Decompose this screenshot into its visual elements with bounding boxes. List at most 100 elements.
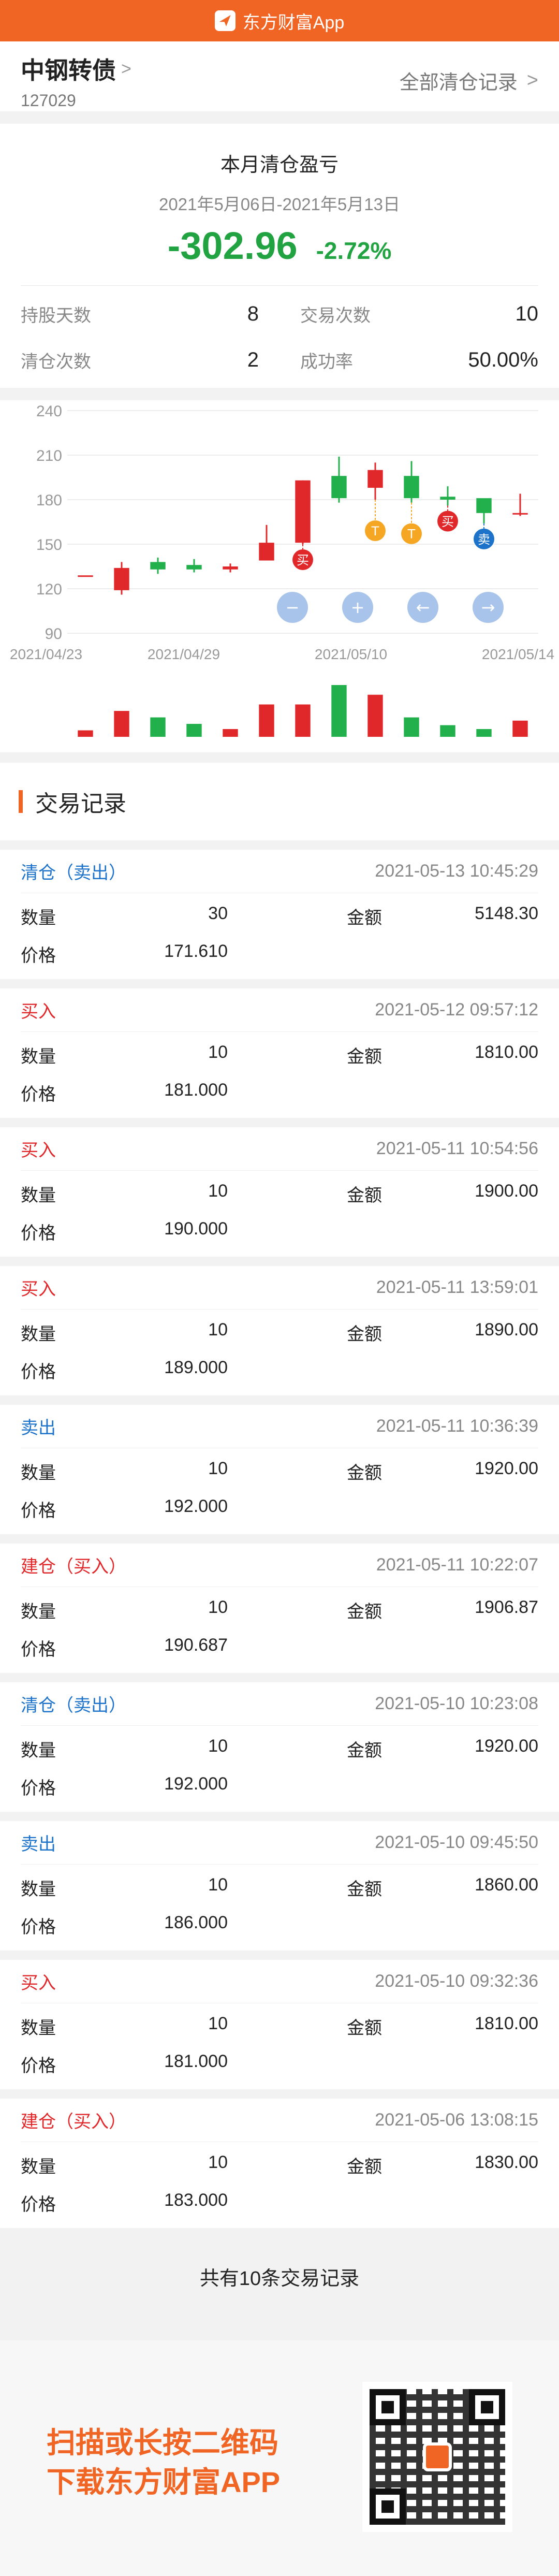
record-price: 价格 192.000 bbox=[21, 1496, 228, 1522]
record-header: 买入 2021-05-11 13:59:01 bbox=[21, 1266, 538, 1309]
record-price: 价格 181.000 bbox=[21, 1080, 228, 1105]
record-qty: 数量 10 bbox=[21, 1459, 228, 1484]
chevron-right-icon: > bbox=[526, 69, 538, 91]
eastmoney-logo-icon bbox=[214, 10, 236, 31]
pl-percent: -2.72% bbox=[316, 237, 392, 264]
record-time: 2021-05-10 09:45:50 bbox=[375, 1832, 538, 1852]
volume-bar bbox=[476, 729, 492, 737]
record-time: 2021-05-12 09:57:12 bbox=[375, 1000, 538, 1020]
record-type: 买入 bbox=[21, 1279, 56, 1299]
y-tick-label: 210 bbox=[36, 447, 62, 464]
qty-value: 10 bbox=[208, 1597, 228, 1617]
qr-finder bbox=[370, 2488, 406, 2525]
qty-value: 10 bbox=[208, 1875, 228, 1895]
qty-label: 数量 bbox=[21, 1880, 56, 1899]
promo-line-1: 扫描或长按二维码 bbox=[47, 2426, 278, 2459]
record-amount: 金额 1920.00 bbox=[347, 1736, 538, 1762]
candle-body bbox=[331, 476, 347, 499]
volume-bar bbox=[367, 694, 383, 737]
stat-trade-count: 交易次数 10 bbox=[300, 301, 538, 327]
price-label: 价格 bbox=[21, 1917, 56, 1937]
record-price: 价格 190.000 bbox=[21, 1219, 228, 1244]
record-price: 价格 171.610 bbox=[21, 941, 228, 967]
amount-label: 金额 bbox=[347, 2018, 382, 2038]
date-range: 2021年5月06日-2021年5月13日 bbox=[159, 195, 400, 214]
volume-bar bbox=[440, 725, 455, 737]
kline-chart[interactable]: 240 210 180 150 120 90 2021/04/23 2021/04/29 202… bbox=[0, 400, 559, 752]
amount-label: 金额 bbox=[347, 1325, 382, 1344]
stats-grid: 持股天数 8 交易次数 10 清仓次数 2 成功率 50.00% bbox=[0, 286, 559, 373]
stat-clear-count: 清仓次数 2 bbox=[21, 347, 259, 373]
qty-label: 数量 bbox=[21, 1186, 56, 1205]
volume-bar bbox=[186, 724, 202, 737]
trade-records: 交易记录 清仓（卖出） 2021-05-13 10:45:29 数量 30 金额 5148… bbox=[0, 763, 559, 2228]
section-accent-bar bbox=[19, 790, 23, 813]
control-button-glyph: + bbox=[351, 598, 365, 617]
price-value: 181.000 bbox=[164, 2051, 228, 2071]
price-label: 价格 bbox=[21, 2195, 56, 2215]
record-body: 数量 30 金额 5148.30 价格 171.610 bbox=[21, 893, 538, 979]
stat-value: 10 bbox=[515, 302, 539, 325]
record-qty: 数量 10 bbox=[21, 1181, 228, 1206]
monthly-summary: 本月清仓盈亏 2021年5月06日-2021年5月13日 -302.96 -2.… bbox=[0, 124, 559, 388]
record-item: 建仓（买入） 2021-05-11 10:22:07 数量 10 金额 1906.87 价格… bbox=[0, 1534, 559, 1673]
record-item: 清仓（卖出） 2021-05-10 10:23:08 数量 10 金额 1920.00 价格… bbox=[0, 1673, 559, 1812]
amount-value: 1900.00 bbox=[475, 1181, 538, 1201]
amount-value: 1920.00 bbox=[475, 1736, 538, 1756]
qty-label: 数量 bbox=[21, 1463, 56, 1483]
record-item: 卖出 2021-05-10 09:45:50 数量 10 金额 1860.00 价格 186.… bbox=[0, 1812, 559, 1951]
qty-label: 数量 bbox=[21, 1602, 56, 1622]
qty-value: 10 bbox=[208, 1320, 228, 1340]
candle-body bbox=[186, 565, 202, 570]
qty-value: 10 bbox=[208, 2152, 228, 2172]
trade-marker-label: 卖 bbox=[478, 532, 490, 547]
stat-label: 持股天数 bbox=[21, 306, 91, 326]
record-type: 卖出 bbox=[21, 1418, 56, 1438]
stat-success-rate: 成功率 50.00% bbox=[300, 347, 538, 373]
qr-code[interactable] bbox=[362, 2382, 512, 2532]
record-list: 清仓（卖出） 2021-05-13 10:45:29 数量 30 金额 5148.30 价格… bbox=[0, 840, 559, 2228]
amount-label: 金额 bbox=[347, 1463, 382, 1483]
control-button-glyph: − bbox=[286, 598, 300, 617]
qty-value: 10 bbox=[208, 2014, 228, 2033]
zoom-in-icon[interactable]: + bbox=[342, 592, 373, 623]
arrow-right-icon[interactable]: → bbox=[473, 592, 504, 623]
all-clear-records-link[interactable]: 全部清仓记录 > bbox=[400, 66, 538, 95]
amount-value: 1920.00 bbox=[475, 1459, 538, 1478]
kline-svg[interactable]: 240 210 180 150 120 90 2021/04/23 2021/04/29 202… bbox=[0, 400, 559, 752]
record-time: 2021-05-13 10:45:29 bbox=[375, 861, 538, 881]
record-type: 建仓（买入） bbox=[21, 2112, 126, 2132]
amount-value: 1810.00 bbox=[475, 2014, 538, 2033]
page: 东方财富App 中钢转债 > 127029 全部清仓记录 > 本月清仓盈亏 20… bbox=[0, 0, 559, 2576]
candle-body bbox=[295, 480, 311, 543]
record-amount: 金额 1890.00 bbox=[347, 1320, 538, 1345]
record-header: 建仓（买入） 2021-05-06 13:08:15 bbox=[21, 2099, 538, 2142]
qr-finder bbox=[370, 2389, 406, 2425]
app-banner: 东方财富App bbox=[0, 0, 559, 41]
qty-value: 10 bbox=[208, 1042, 228, 1062]
app-name: 东方财富App bbox=[242, 12, 345, 33]
price-label: 价格 bbox=[21, 1501, 56, 1521]
record-price: 价格 186.000 bbox=[21, 1913, 228, 1938]
candle-body bbox=[476, 498, 492, 513]
record-item: 买入 2021-05-11 10:54:56 数量 10 金额 1900.00 价格 190.… bbox=[0, 1118, 559, 1257]
record-qty: 数量 10 bbox=[21, 1736, 228, 1762]
record-item: 买入 2021-05-11 13:59:01 数量 10 金额 1890.00 价格 189.… bbox=[0, 1257, 559, 1395]
candle-body bbox=[223, 566, 238, 570]
record-body: 数量 10 金额 1810.00 价格 181.000 bbox=[21, 2003, 538, 2089]
amount-value: 1906.87 bbox=[475, 1597, 538, 1617]
record-amount: 金额 1810.00 bbox=[347, 1042, 538, 1068]
candle-body bbox=[259, 543, 274, 561]
price-value: 181.000 bbox=[164, 1080, 228, 1100]
arrow-left-icon[interactable]: ← bbox=[407, 592, 438, 623]
amount-label: 金额 bbox=[347, 1880, 382, 1899]
amount-label: 金额 bbox=[347, 2157, 382, 2177]
record-item: 建仓（买入） 2021-05-06 13:08:15 数量 10 金额 1830.00 价格… bbox=[0, 2089, 559, 2228]
price-value: 190.000 bbox=[164, 1219, 228, 1239]
stat-holding-days: 持股天数 8 bbox=[21, 301, 259, 327]
stat-value: 2 bbox=[247, 348, 259, 371]
record-header: 买入 2021-05-10 09:32:36 bbox=[21, 1960, 538, 2003]
price-value: 190.687 bbox=[164, 1635, 228, 1655]
record-header: 买入 2021-05-12 09:57:12 bbox=[21, 988, 538, 1032]
zoom-out-icon[interactable]: − bbox=[277, 592, 308, 623]
